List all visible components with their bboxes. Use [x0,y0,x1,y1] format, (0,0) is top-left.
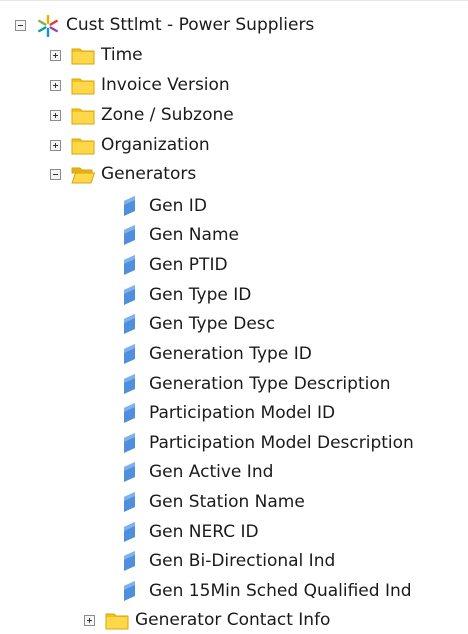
open-folder-icon [71,164,95,184]
attribute-icon [124,403,136,423]
tree-leaf-gen-15min-sched-qualified-ind[interactable]: Gen 15Min Sched Qualified Ind [124,577,412,605]
attribute-icon [124,462,136,482]
top-divider [0,0,468,1]
attribute-label: Gen PTID [149,255,228,275]
attribute-label: Gen Active Ind [149,462,274,482]
attribute-label: Gen Station Name [149,492,305,512]
folder-label: Generator Contact Info [135,610,331,630]
attribute-label: Gen Bi-Directional Ind [149,551,336,571]
tree-leaf-gen-bi-directional-ind[interactable]: Gen Bi-Directional Ind [124,547,335,575]
attribute-label: Gen ID [149,196,207,216]
folder-icon [71,105,95,125]
folder-label: Organization [101,135,210,155]
attribute-icon [124,314,136,334]
root-label: Cust Sttlmt - Power Suppliers [66,15,315,35]
expand-toggle-icon[interactable] [50,139,61,151]
folder-icon [105,610,129,630]
folder-label: Zone / Subzone [101,105,234,125]
attribute-icon [124,374,136,394]
attribute-label: Gen 15Min Sched Qualified Ind [149,581,412,601]
attribute-label: Participation Model Description [149,433,414,453]
tree-node-organization[interactable]: Organization [50,131,210,159]
collapse-toggle-icon[interactable] [15,19,26,31]
tree-node-root[interactable]: Cust Sttlmt - Power Suppliers [15,11,314,39]
attribute-icon [124,225,136,245]
tree-node-generators[interactable]: Generators [50,160,196,188]
expand-toggle-icon[interactable] [50,109,61,121]
tree-node-invoice-version[interactable]: Invoice Version [50,71,230,99]
attribute-icon [124,522,136,542]
tree-node-generator-contact-info[interactable]: Generator Contact Info [84,606,330,634]
folder-icon [71,75,95,95]
attribute-icon [124,344,136,364]
tree-leaf-gen-type-desc[interactable]: Gen Type Desc [124,310,275,338]
tree-leaf-participation-model-id[interactable]: Participation Model ID [124,399,335,427]
tree-leaf-gen-active-ind[interactable]: Gen Active Ind [124,458,273,486]
tree-leaf-gen-name[interactable]: Gen Name [124,221,239,249]
attribute-icon [124,433,136,453]
tree-leaf-generation-type-description[interactable]: Generation Type Description [124,370,391,398]
attribute-icon [124,285,136,305]
tree-leaf-gen-station-name[interactable]: Gen Station Name [124,488,305,516]
attribute-icon [124,551,136,571]
attribute-label: Gen Type ID [149,285,252,305]
attribute-icon [124,581,136,601]
tree-node-time[interactable]: Time [50,41,143,69]
tree-leaf-gen-nerc-id[interactable]: Gen NERC ID [124,518,259,546]
folder-label: Invoice Version [101,75,230,95]
attribute-icon [124,196,136,216]
attribute-label: Generation Type ID [149,344,312,364]
expand-toggle-icon[interactable] [50,49,61,61]
attribute-label: Participation Model ID [149,403,336,423]
attribute-label: Gen Name [149,225,239,245]
attribute-label: Gen Type Desc [149,314,276,334]
spark-star-icon [36,15,60,37]
tree-leaf-participation-model-description[interactable]: Participation Model Description [124,429,414,457]
expand-toggle-icon[interactable] [84,614,95,626]
expand-toggle-icon[interactable] [50,79,61,91]
folder-icon [71,135,95,155]
collapse-toggle-icon[interactable] [50,168,61,180]
tree-leaf-gen-id[interactable]: Gen ID [124,192,207,220]
folder-label: Time [101,45,143,65]
tree-leaf-gen-type-id[interactable]: Gen Type ID [124,281,251,309]
folder-label: Generators [101,164,197,184]
tree-node-zone-subzone[interactable]: Zone / Subzone [50,101,234,129]
tree-leaf-generation-type-id[interactable]: Generation Type ID [124,340,312,368]
folder-icon [71,45,95,65]
attribute-icon [124,255,136,275]
tree-leaf-gen-ptid[interactable]: Gen PTID [124,251,228,279]
attribute-label: Generation Type Description [149,374,391,394]
attribute-icon [124,492,136,512]
attribute-label: Gen NERC ID [149,522,259,542]
